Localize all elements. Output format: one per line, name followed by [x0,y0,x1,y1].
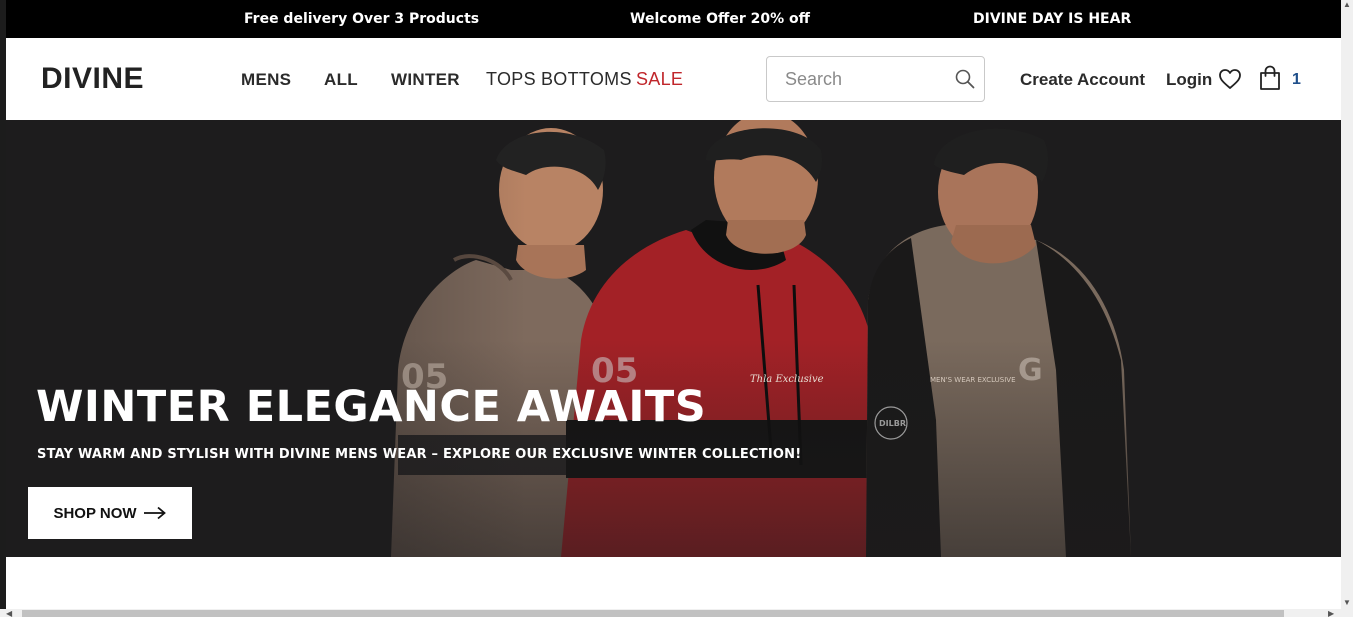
search-box [766,56,985,102]
hoodie-print-right: MEN'S WEAR EXCLUSIVE [930,376,1016,384]
scroll-down-icon[interactable]: ▼ [1343,598,1351,607]
login-link[interactable]: Login [1166,70,1212,90]
scroll-right-icon[interactable]: ▶ [1328,609,1334,617]
hero-subtitle: STAY WARM AND STYLISH WITH DIVINE MENS W… [37,447,802,462]
content-section [6,557,1341,609]
shopping-bag-icon[interactable] [1258,65,1282,91]
svg-text:G: G [1018,353,1043,388]
scroll-left-icon[interactable]: ◀ [6,609,12,617]
hoodie-print-center: Thla Exclusive [750,374,824,385]
arrow-right-icon [143,506,166,520]
announcement-divine-day: DIVINE DAY IS HEAR [973,11,1132,27]
site-header: DIVINE MENS ALL WINTER TOPS BOTTOMS SALE… [6,38,1341,120]
search-icon[interactable] [955,69,975,89]
browser-viewport: Free delivery Over 3 Products Welcome Of… [0,0,1341,617]
hoodie-badge-dilbr: DILBR [879,419,906,428]
brand-logo[interactable]: DIVINE [41,62,144,96]
nav-winter[interactable]: WINTER [391,70,460,90]
nav-mens[interactable]: MENS [241,70,291,90]
horizontal-scrollbar[interactable]: ◀ ▶ [0,609,1341,617]
create-account-link[interactable]: Create Account [1020,70,1145,90]
horizontal-scroll-thumb[interactable] [22,610,1284,617]
heart-icon[interactable] [1218,67,1242,91]
scroll-up-icon[interactable]: ▲ [1343,0,1351,9]
shop-now-label: SHOP NOW [53,504,137,522]
hero-banner: 05 05 Thla Exclusive MEN'S WEAR EXCLUSIV… [6,120,1341,557]
hero-models-image: 05 05 Thla Exclusive MEN'S WEAR EXCLUSIV… [6,120,1341,557]
nav-sale[interactable]: SALE [636,69,683,90]
announcement-welcome-offer: Welcome Offer 20% off [630,11,810,27]
search-input[interactable] [767,57,947,101]
announcement-bar: Free delivery Over 3 Products Welcome Of… [0,0,1341,38]
vertical-scrollbar[interactable]: ▲ ▼ [1341,0,1353,617]
nav-tops[interactable]: TOPS [486,69,536,90]
nav-all[interactable]: ALL [324,70,358,90]
cart-count-badge[interactable]: 1 [1292,71,1301,89]
window-left-edge [0,0,6,617]
shop-now-button[interactable]: SHOP NOW [28,487,192,539]
hero-title: WINTER ELEGANCE AWAITS [36,382,707,432]
announcement-free-delivery: Free delivery Over 3 Products [244,11,480,27]
nav-bottoms[interactable]: BOTTOMS [541,69,632,90]
